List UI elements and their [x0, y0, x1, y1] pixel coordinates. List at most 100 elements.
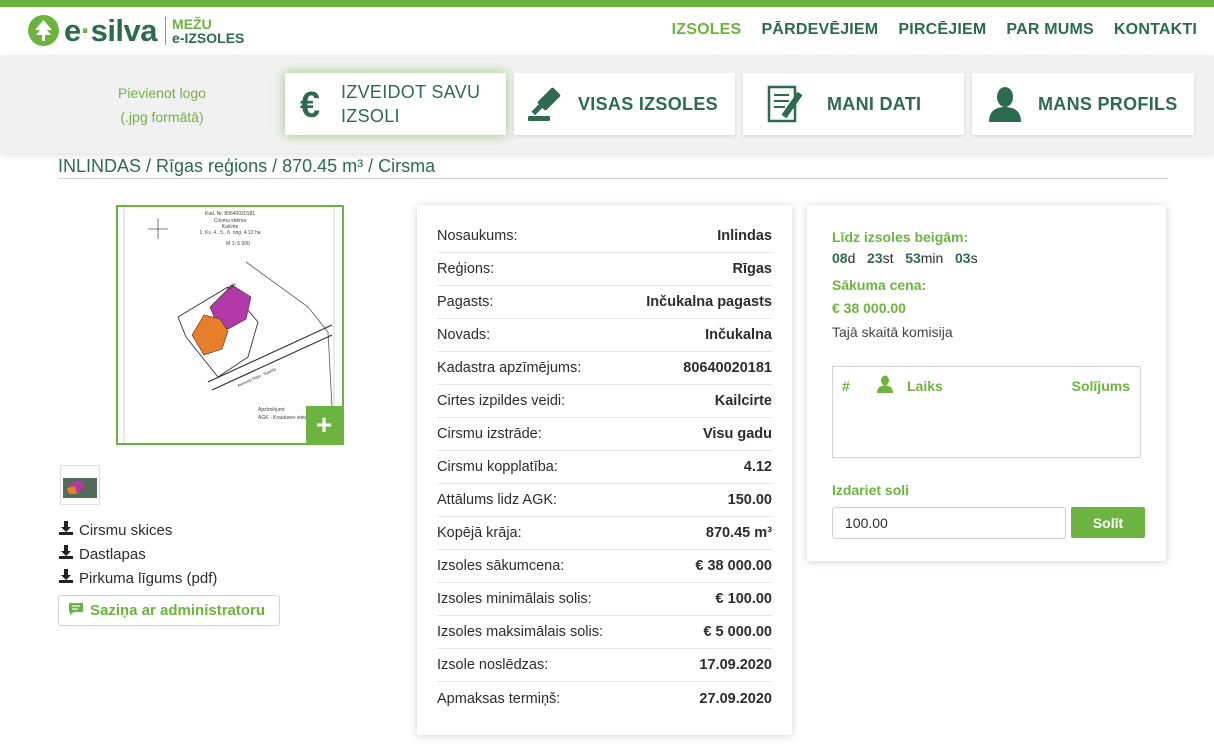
detail-row-parish: Pagasts: Inčukalna pagasts	[437, 286, 772, 319]
file-label: Dastlapas	[79, 545, 146, 563]
logo-e: e	[64, 13, 81, 48]
detail-key: Kopējā krāja:	[437, 525, 522, 541]
top-accent-bar	[0, 0, 1214, 7]
add-logo-link[interactable]: Pievienot logo (.jpg formātā)	[100, 81, 224, 129]
all-auctions-label: VISAS IZSOLES	[578, 93, 718, 114]
logo-sub-line1: MEŽU	[172, 15, 212, 32]
breadcrumb: INLINDAS / Rīgas reģions / 870.45 m³ / C…	[58, 156, 1168, 179]
detail-key: Cirsmu izstrāde:	[437, 426, 542, 442]
svg-text:€: €	[300, 87, 320, 121]
logo-subtitle: MEŽU e-IZSOLES	[172, 17, 244, 45]
bids-col-amount: Solījums	[1071, 377, 1130, 394]
detail-value: 150.00	[727, 492, 772, 508]
detail-row-municipality: Novads: Inčukalna	[437, 319, 772, 352]
action-band: Pievienot logo (.jpg formātā) € IZVEIDOT…	[0, 55, 1214, 153]
detail-key: Reģions:	[437, 261, 495, 277]
place-bid-label: Izdariet soli	[832, 482, 910, 498]
detail-value: 870.45 m³	[705, 525, 772, 541]
map-thumbnail[interactable]	[60, 465, 100, 505]
file-cirsmu-skices[interactable]: Cirsmu skices	[59, 518, 217, 542]
bids-table-header: # Laiks Solījums	[833, 367, 1140, 396]
user-icon	[876, 375, 894, 396]
detail-value: Kailcirte	[714, 393, 772, 409]
document-edit-icon	[743, 83, 827, 125]
countdown-hours-unit: st	[882, 250, 894, 266]
nav-par-mums[interactable]: PAR MUMS	[1006, 21, 1094, 39]
map-cad-no: Kad. Nr. 80640020181	[205, 211, 255, 217]
download-icon	[59, 569, 77, 587]
detail-row-harvest: Cirsmu izstrāde: Visu gadu	[437, 418, 772, 451]
detail-row-start-price: Izsoles sākumcena: € 38 000.00	[437, 550, 772, 583]
detail-key: Izsoles sākumcena:	[437, 558, 565, 574]
detail-row-name: Nosaukums: Inlindas	[437, 220, 772, 253]
nav-pardevejiem[interactable]: PĀRDEVĒJIEM	[761, 21, 878, 39]
detail-value: Rīgas	[732, 261, 773, 277]
plot-map-image[interactable]: Kad. Nr. 80640020181 Cirsmu shēma Kalcir…	[116, 205, 344, 445]
enlarge-plus-icon[interactable]: +	[306, 406, 342, 443]
user-icon	[972, 86, 1038, 122]
detail-key: Izsoles maksimālais solis:	[437, 624, 603, 640]
countdown-seconds-unit: s	[970, 250, 978, 266]
detail-key: Pagasts:	[437, 294, 494, 310]
detail-key: Cirtes izpildes veidi:	[437, 393, 566, 409]
nav-pircejiem[interactable]: PIRCĒJIEM	[898, 21, 986, 39]
my-profile-tile[interactable]: MANS PROFILS	[972, 73, 1194, 135]
create-auction-label: IZVEIDOT SAVU IZSOLI	[341, 80, 480, 128]
detail-row-min-step: Izsoles minimālais solis: € 100.00	[437, 583, 772, 616]
tree-icon	[28, 15, 59, 46]
file-label: Pirkuma līgums (pdf)	[79, 569, 218, 587]
detail-row-felling-type: Cirtes izpildes veidi: Kailcirte	[437, 385, 772, 418]
bids-col-number: #	[842, 377, 850, 394]
detail-key: Cirsmu kopplatība:	[437, 459, 558, 475]
detail-row-cadastre: Kadastra apzīmējums: 80640020181	[437, 352, 772, 385]
place-bid-button[interactable]: Solīt	[1071, 507, 1145, 538]
countdown-hours: 23	[867, 250, 883, 266]
detail-row-distance: Attālums lidz AGK: 150.00	[437, 484, 772, 517]
countdown-label: Līdz izsoles beigām:	[832, 229, 969, 245]
create-auction-tile[interactable]: € IZVEIDOT SAVU IZSOLI	[285, 73, 506, 135]
map-legend-item: AGK - Krautuves vieta	[258, 415, 308, 421]
files-list: Cirsmu skices Dastlapas Pirkuma līgums (…	[59, 518, 217, 590]
detail-value: Visu gadu	[702, 426, 772, 442]
start-price-value: € 38 000.00	[832, 300, 906, 316]
all-auctions-tile[interactable]: VISAS IZSOLES	[514, 73, 735, 135]
euro-icon: €	[285, 87, 341, 121]
auction-details-card: Nosaukums: Inlindas Reģions: Rīgas Pagasts…	[417, 205, 792, 735]
site-header: e·silva MEŽU e-IZSOLES IZSOLES PĀRDEVĒJI…	[0, 7, 1214, 55]
bids-col-time: Laiks	[907, 377, 943, 394]
map-legend-title: Apzīmējumi:	[258, 407, 286, 413]
detail-value: 4.12	[743, 459, 772, 475]
logo-dot: ·	[80, 13, 91, 48]
create-auction-label-line2: IZSOLI	[341, 106, 400, 126]
detail-value: Inčukalna	[705, 327, 772, 343]
detail-key: Izsoles minimālais solis:	[437, 591, 592, 607]
map-plots: 1. Kv. 4., 5., 6. nog. 4.12 ha	[199, 230, 260, 236]
countdown-days: 08	[832, 250, 848, 266]
countdown-minutes: 53	[905, 250, 921, 266]
bid-amount-input[interactable]	[832, 507, 1066, 539]
contact-admin-button[interactable]: Saziņa ar administratoru	[58, 595, 280, 626]
my-data-tile[interactable]: MANI DATI	[743, 73, 964, 135]
file-dastlapas[interactable]: Dastlapas	[59, 542, 217, 566]
detail-value: € 5 000.00	[703, 624, 772, 640]
download-icon	[59, 521, 77, 539]
start-price-label: Sākuma cena:	[832, 277, 927, 293]
detail-value: 27.09.2020	[699, 690, 772, 707]
logo-divider	[165, 16, 167, 45]
contact-admin-label: Saziņa ar administratoru	[90, 602, 266, 619]
detail-value: € 38 000.00	[695, 558, 772, 574]
detail-value: 80640020181	[683, 360, 772, 376]
create-auction-label-line1: IZVEIDOT SAVU	[341, 82, 481, 102]
nav-kontakti[interactable]: KONTAKTI	[1114, 21, 1197, 39]
detail-value: 17.09.2020	[699, 657, 772, 673]
my-profile-label: MANS PROFILS	[1038, 93, 1178, 114]
gavel-icon	[514, 86, 578, 122]
detail-row-end-date: Izsole noslēdzas: 17.09.2020	[437, 649, 772, 682]
detail-value: Inlindas	[717, 228, 772, 244]
site-logo[interactable]: e·silva MEŽU e-IZSOLES	[28, 15, 244, 46]
bids-table: # Laiks Solījums	[832, 366, 1141, 458]
detail-key: Izsole noslēdzas:	[437, 657, 549, 673]
detail-row-area: Cirsmu kopplatība: 4.12	[437, 451, 772, 484]
nav-izsoles[interactable]: IZSOLES	[672, 21, 742, 39]
file-pirkuma-ligums[interactable]: Pirkuma līgums (pdf)	[59, 566, 217, 590]
